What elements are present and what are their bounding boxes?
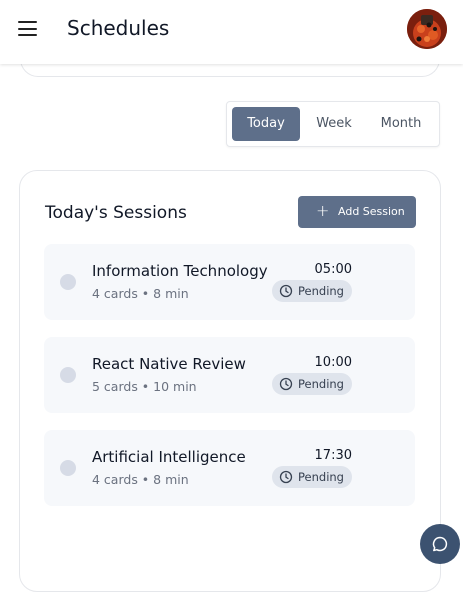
session-time: 05:00 <box>314 262 352 277</box>
status-badge: Pending <box>272 280 352 302</box>
session-meta: 4 cards • 8 min <box>92 472 189 487</box>
chat-button[interactable] <box>420 524 460 564</box>
status-badge: Pending <box>272 373 352 395</box>
status-badge: Pending <box>272 466 352 488</box>
avatar[interactable] <box>407 9 447 49</box>
chat-bubble-icon <box>432 536 448 552</box>
status-label: Pending <box>298 377 344 391</box>
page-title: Schedules <box>67 16 170 40</box>
toggle-week[interactable]: Week <box>303 107 365 141</box>
app-header: Schedules <box>0 0 463 64</box>
session-radio[interactable] <box>60 274 76 290</box>
status-label: Pending <box>298 284 344 298</box>
session-item[interactable]: Information Technology 4 cards • 8 min 0… <box>44 244 415 320</box>
session-item[interactable]: React Native Review 5 cards • 10 min 10:… <box>44 337 415 413</box>
session-time: 17:30 <box>314 448 352 463</box>
session-meta: 4 cards • 8 min <box>92 286 189 301</box>
session-radio[interactable] <box>60 367 76 383</box>
add-session-label: Add Session <box>338 205 405 218</box>
toggle-month[interactable]: Month <box>369 107 433 141</box>
add-session-button[interactable]: + Add Session <box>298 196 416 228</box>
clock-icon <box>279 470 293 484</box>
session-radio[interactable] <box>60 460 76 476</box>
session-time: 10:00 <box>314 355 352 370</box>
plus-icon: + <box>316 201 330 220</box>
session-item[interactable]: Artificial Intelligence 4 cards • 8 min … <box>44 430 415 506</box>
view-toggle: Today Week Month <box>226 101 440 147</box>
session-title: React Native Review <box>92 355 246 373</box>
clock-icon <box>279 377 293 391</box>
hamburger-menu-icon[interactable] <box>18 21 37 36</box>
toggle-today[interactable]: Today <box>232 107 300 141</box>
session-meta: 5 cards • 10 min <box>92 379 197 394</box>
session-title: Information Technology <box>92 262 268 280</box>
sessions-card: Today's Sessions + Add Session Informati… <box>19 170 441 592</box>
status-label: Pending <box>298 470 344 484</box>
sessions-title: Today's Sessions <box>45 203 187 223</box>
session-title: Artificial Intelligence <box>92 448 246 466</box>
clock-icon <box>279 284 293 298</box>
